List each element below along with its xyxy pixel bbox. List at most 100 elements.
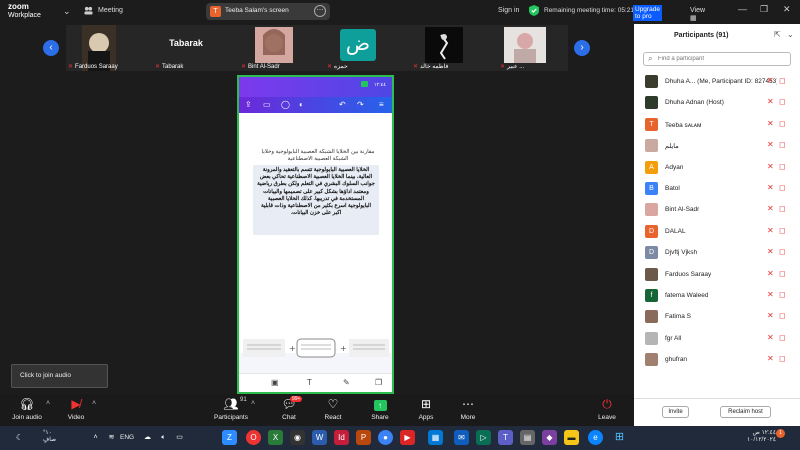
chevron-up-icon[interactable]: ˄ xyxy=(251,400,255,407)
participant-row[interactable]: Farduos Saraay ✕ ◻ xyxy=(634,265,800,286)
chat-button[interactable]: 💬︎ Chat xyxy=(266,396,312,421)
teams-app-icon[interactable]: T xyxy=(498,430,513,445)
screen-share-indicator[interactable]: T Teeba Salam's screen ⋯ xyxy=(206,3,330,20)
invite-button[interactable]: Invite xyxy=(662,406,689,418)
participant-search[interactable]: ⌕ xyxy=(643,52,791,66)
participant-row[interactable]: Dhuha Adnan (Host) ✕ ◻ xyxy=(634,93,800,114)
cloud-icon[interactable]: ☁ xyxy=(140,430,155,445)
video-off-icon[interactable]: ◻ xyxy=(779,119,786,128)
video-off-icon[interactable]: ◻ xyxy=(779,97,786,106)
menu-icon[interactable]: ≡ xyxy=(379,100,384,109)
mic-muted-icon[interactable]: ✕ xyxy=(767,226,774,235)
video-off-icon[interactable]: ◻ xyxy=(779,354,786,363)
participant-row[interactable]: D Djvftj Vjksh ✕ ◻ xyxy=(634,243,800,264)
video-off-icon[interactable]: ◻ xyxy=(779,76,786,85)
video-thumbnail[interactable]: ✕ Bint Al-Sadr xyxy=(239,25,305,71)
camera-app-icon[interactable]: ◉ xyxy=(290,430,305,445)
app-icon[interactable]: ◆ xyxy=(542,430,557,445)
maximize-icon[interactable]: ❐ xyxy=(760,4,768,15)
windows-start-icon[interactable]: ⊞ xyxy=(612,430,627,445)
chevron-up-icon[interactable]: ˄ xyxy=(46,400,50,407)
indesign-app-icon[interactable]: Id xyxy=(334,430,349,445)
pages-icon[interactable]: ❐ xyxy=(375,378,382,387)
participant-row[interactable]: D DALAL ✕ ◻ xyxy=(634,222,800,243)
mic-muted-icon[interactable]: ✕ xyxy=(767,354,774,363)
participant-row[interactable]: T Teeba ꜱᴀʟᴀᴍ ✕ ◻ xyxy=(634,115,800,136)
redo-icon[interactable]: ↷ xyxy=(357,100,364,109)
draw-icon[interactable]: ✎ xyxy=(343,378,350,387)
participant-row[interactable]: B Batol ✕ ◻ xyxy=(634,179,800,200)
minimize-icon[interactable]: — xyxy=(738,4,747,14)
participant-row[interactable]: ghufran ✕ ◻ xyxy=(634,350,800,370)
store-app-icon[interactable]: ▦ xyxy=(428,430,443,445)
participant-row[interactable]: Bint Al-Sadr ✕ ◻ xyxy=(634,200,800,221)
participant-row[interactable]: Dhuha A... (Me, Participant ID: 827453) ✕… xyxy=(634,72,800,93)
video-off-icon[interactable]: ◻ xyxy=(779,140,786,149)
video-off-icon[interactable]: ◻ xyxy=(779,183,786,192)
mic-muted-icon[interactable]: ✕ xyxy=(767,269,774,278)
chevron-up-icon[interactable]: ˄ xyxy=(88,430,103,445)
chevron-up-icon[interactable]: ˄ xyxy=(92,400,96,407)
more-options-icon[interactable]: ⋯ xyxy=(314,5,326,17)
popout-icon[interactable]: ⇱ xyxy=(774,30,781,39)
mic-muted-icon[interactable]: ✕ xyxy=(767,333,774,342)
video-off-icon[interactable]: ◻ xyxy=(779,226,786,235)
view-button[interactable]: View ▦ xyxy=(690,7,705,22)
mic-muted-icon[interactable]: ✕ xyxy=(767,247,774,256)
participant-row[interactable]: f fatema Waleed ✕ ◻ xyxy=(634,286,800,307)
shield-check-icon[interactable] xyxy=(529,5,539,16)
close-icon[interactable]: ✕ xyxy=(783,4,791,15)
text-icon[interactable]: T xyxy=(307,378,312,387)
mic-muted-icon[interactable]: ✕ xyxy=(767,97,774,106)
share-button[interactable]: ↑ Share xyxy=(357,396,403,421)
more-button[interactable]: ⋯ More xyxy=(445,396,491,421)
upgrade-link[interactable]: Upgrade to pro xyxy=(633,5,662,21)
mic-muted-icon[interactable]: ✕ xyxy=(767,290,774,299)
mic-muted-icon[interactable]: ✕ xyxy=(767,119,774,128)
battery-icon[interactable]: ▭ xyxy=(172,430,187,445)
video-thumbnail[interactable]: ض ✕ حمزه xyxy=(325,25,391,71)
mic-muted-icon[interactable]: ✕ xyxy=(767,204,774,213)
sign-in-link[interactable]: Sign in xyxy=(498,7,519,14)
video-off-icon[interactable]: ◻ xyxy=(779,311,786,320)
video-off-icon[interactable]: ◻ xyxy=(779,269,786,278)
video-off-icon[interactable]: ◻ xyxy=(779,162,786,171)
edge-app-icon[interactable]: e xyxy=(588,430,603,445)
excel-app-icon[interactable]: X xyxy=(268,430,283,445)
image-icon[interactable]: ▣ xyxy=(271,378,279,387)
chevron-right-icon[interactable]: › xyxy=(574,40,590,56)
mic-muted-icon[interactable]: ✕ xyxy=(767,140,774,149)
video-thumbnail[interactable]: ✕ عبير ... xyxy=(498,25,564,71)
participant-row[interactable]: مايلم ✕ ◻ xyxy=(634,136,800,157)
mic-muted-icon[interactable]: ✕ xyxy=(767,162,774,171)
color-icon[interactable]: ◐ xyxy=(299,100,304,109)
participant-row[interactable]: Fatima S ✕ ◻ xyxy=(634,307,800,328)
video-thumbnail[interactable]: ✕ فاطمه خالد xyxy=(411,25,477,71)
system-clock[interactable]: ١٢:٤٤ ص ١٠/١٢/٢٠٢٤ xyxy=(747,430,776,444)
apps-button[interactable]: ⊞ Apps xyxy=(403,396,449,421)
network-icon[interactable]: ≋ xyxy=(104,430,119,445)
meeting-label[interactable]: Meeting xyxy=(98,7,123,14)
powerpoint-app-icon[interactable]: P xyxy=(356,430,371,445)
participants-button[interactable]: 👥︎ Participants xyxy=(208,396,254,421)
participant-row[interactable]: fgr All ✕ ◻ xyxy=(634,329,800,350)
zoom-app-icon[interactable]: Z xyxy=(222,430,237,445)
participant-search-input[interactable] xyxy=(658,54,786,64)
app-icon[interactable]: ▶ xyxy=(400,430,415,445)
folder-app-icon[interactable]: ▬ xyxy=(564,430,579,445)
weather-widget[interactable]: °١٠ صافٍ xyxy=(43,430,56,444)
chevron-down-icon[interactable]: ⌄ xyxy=(63,6,71,17)
upload-icon[interactable]: ⇪ xyxy=(245,100,252,109)
reclaim-host-button[interactable]: Reclaim host xyxy=(720,406,771,418)
volume-icon[interactable]: 🔈︎ xyxy=(156,430,171,445)
files-app-icon[interactable]: ▤ xyxy=(520,430,535,445)
opera-app-icon[interactable]: O xyxy=(246,430,261,445)
video-thumbnail[interactable]: Tabarak ✕ Tabarak xyxy=(153,25,219,71)
shared-phone-screen[interactable]: ١٢:٤٤ ⇪ ▭ ◯ ◐ ↶ ↷ ≡ مقارنة بين الخلايا ا… xyxy=(237,75,394,394)
present-icon[interactable]: ▭ xyxy=(263,100,271,109)
chevron-left-icon[interactable]: ‹ xyxy=(43,40,59,56)
mic-muted-icon[interactable]: ✕ xyxy=(767,76,774,85)
leave-button[interactable]: ⏻ Leave xyxy=(584,396,630,421)
word-app-icon[interactable]: W xyxy=(312,430,327,445)
video-thumbnail[interactable]: ✕ Farduos Saraay xyxy=(66,25,132,71)
